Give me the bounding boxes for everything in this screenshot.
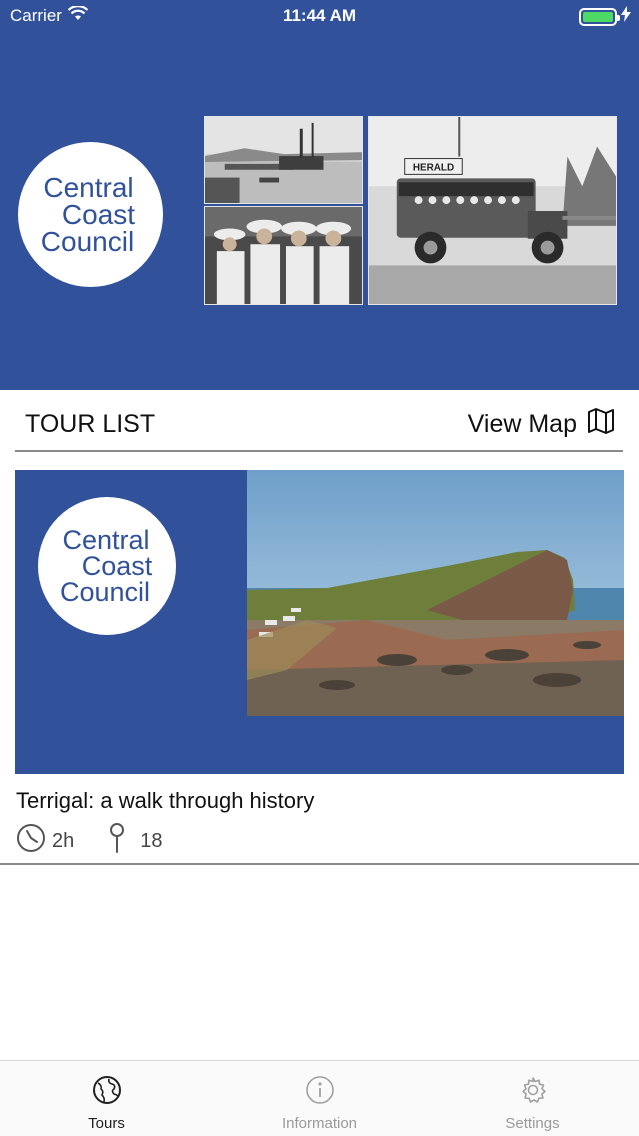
status-bar: Carrier 11:44 AM <box>0 0 639 34</box>
logo-line-2: Coast <box>61 199 136 230</box>
tour-logo-line-3: Council <box>59 577 151 607</box>
tour-duration: 2h <box>16 823 74 859</box>
map-icon <box>587 408 615 441</box>
status-time: 11:44 AM <box>282 6 357 25</box>
tab-tours[interactable]: Tours <box>0 1061 213 1136</box>
battery-icon <box>579 7 620 26</box>
tour-title[interactable]: Terrigal: a walk through history <box>16 788 314 814</box>
tab-information[interactable]: Information <box>213 1061 426 1136</box>
card-divider <box>0 863 639 865</box>
historic-ferry-photo <box>204 116 363 204</box>
tab-bar: Tours Information Settings <box>0 1060 639 1136</box>
battery-group <box>579 6 631 27</box>
historic-motor-bus-photo: HERALD <box>368 116 617 305</box>
charging-bolt-icon <box>621 6 631 27</box>
clock-icon <box>16 823 46 859</box>
tour-stops-value: 18 <box>140 829 163 852</box>
view-map-button[interactable]: View Map <box>468 408 615 441</box>
bus-sign-text: HERALD <box>413 162 454 173</box>
tour-card[interactable]: Central Coast Council Terrigal: a walk t… <box>0 470 639 865</box>
view-map-label: View Map <box>467 410 577 438</box>
tab-information-label: Information <box>281 1115 358 1132</box>
tour-meta: 2h 18 <box>16 822 197 860</box>
council-logo: Central Coast Council <box>18 142 163 287</box>
tour-stops: 18 <box>108 822 163 860</box>
tour-list-title: TOUR LIST <box>25 410 156 438</box>
tour-logo-line-2: Coast <box>81 551 153 581</box>
tab-settings-label: Settings <box>505 1115 560 1132</box>
header-banner: Central Coast Council HERALD <box>0 0 639 390</box>
logo-line-1: Central <box>43 172 134 203</box>
historic-women-photo <box>204 206 363 305</box>
tour-council-logo: Central Coast Council <box>38 497 176 635</box>
tab-tours-label: Tours <box>88 1115 125 1132</box>
tab-settings[interactable]: Settings <box>426 1061 639 1136</box>
tour-duration-value: 2h <box>52 829 75 852</box>
tour-logo-line-1: Central <box>62 525 150 555</box>
logo-line-3: Council <box>40 226 135 257</box>
tour-cover-image: Central Coast Council <box>15 470 624 774</box>
info-icon <box>305 1075 335 1109</box>
pin-icon <box>108 822 126 860</box>
globe-icon <box>92 1075 122 1109</box>
terrigal-headland-photo <box>247 470 624 716</box>
gear-icon <box>518 1075 548 1109</box>
tour-list-header: TOUR LIST View Map <box>15 398 623 452</box>
